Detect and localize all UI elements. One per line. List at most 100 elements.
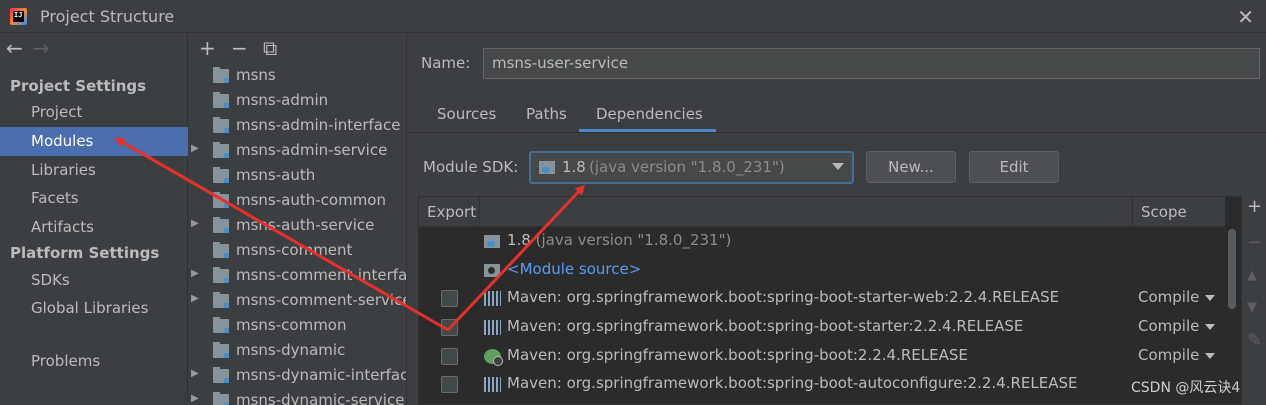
nav-item-modules[interactable]: Modules xyxy=(0,127,188,156)
export-checkbox[interactable] xyxy=(441,348,458,365)
module-folder-icon xyxy=(213,267,229,283)
export-checkbox[interactable] xyxy=(441,319,458,336)
tab-paths[interactable]: Paths xyxy=(526,105,567,132)
nav-item-project[interactable]: Project xyxy=(0,98,188,127)
table-row[interactable]: 1.8 (java version "1.8.0_231") xyxy=(419,227,1225,256)
add-module-icon[interactable]: + xyxy=(199,36,231,60)
move-down-icon[interactable]: ▼ xyxy=(1247,300,1257,315)
back-arrow-icon[interactable]: ← xyxy=(6,36,23,60)
expand-arrow-icon[interactable]: ▶ xyxy=(191,218,199,229)
tree-item-label: msns-auth xyxy=(236,166,316,184)
window-title: Project Structure xyxy=(40,7,175,26)
remove-module-icon[interactable]: − xyxy=(231,36,263,60)
edit-sdk-button[interactable]: Edit xyxy=(969,151,1059,183)
column-header-export[interactable]: Export xyxy=(427,203,476,221)
tree-item-label: msns-common xyxy=(236,316,347,334)
table-row[interactable]: Maven: org.springframework.boot:spring-b… xyxy=(419,284,1225,313)
module-name-field[interactable]: msns-user-service xyxy=(483,48,1260,79)
app-icon-text: IJ xyxy=(14,11,23,19)
module-details: Name: msns-user-service Sources Paths De… xyxy=(408,33,1266,405)
edit-dependency-icon[interactable]: ✎ xyxy=(1247,330,1262,351)
dependency-name: Maven: org.springframework.boot:spring-b… xyxy=(507,374,1078,392)
settings-nav: ← → Project Settings Project Modules Libr… xyxy=(0,33,188,405)
tree-toolbar: + − ⧉ xyxy=(199,36,295,60)
expand-arrow-icon[interactable]: ▶ xyxy=(191,143,199,154)
tree-item-label: msns-comment-service xyxy=(236,291,407,309)
tree-item-label: msns-auth-common xyxy=(236,191,386,209)
copy-module-icon[interactable]: ⧉ xyxy=(263,36,295,60)
watermark: CSDN @风云诀4 xyxy=(1131,380,1241,396)
dependency-name: <Module source> xyxy=(507,260,642,278)
tab-dependencies[interactable]: Dependencies xyxy=(596,105,703,132)
chevron-down-icon xyxy=(832,163,844,170)
platform-settings-header: Platform Settings xyxy=(10,244,160,262)
new-sdk-button[interactable]: New... xyxy=(866,151,956,183)
nav-item-problems[interactable]: Problems xyxy=(0,347,188,376)
title-bar: IJ Project Structure ✕ xyxy=(0,0,1266,33)
add-dependency-icon[interactable]: + xyxy=(1247,196,1262,217)
tree-item-label: msns-comment xyxy=(236,241,353,259)
module-folder-icon xyxy=(213,167,229,183)
expand-arrow-icon[interactable]: ▶ xyxy=(191,293,199,304)
expand-arrow-icon[interactable]: ▶ xyxy=(191,393,199,404)
close-icon[interactable]: ✕ xyxy=(1237,5,1254,29)
export-checkbox[interactable] xyxy=(441,290,458,307)
expand-arrow-icon[interactable]: ▶ xyxy=(191,268,199,279)
tree-item-label: msns-admin-service xyxy=(236,141,388,159)
module-tree: + − ⧉ msns msns-admin msns-admin-interface… xyxy=(189,33,407,405)
scope-dropdown[interactable]: Compile xyxy=(1138,317,1215,335)
tree-item-label: msns-admin-interface xyxy=(236,116,401,134)
jdk-folder-icon xyxy=(484,235,500,248)
scrollbar-thumb[interactable] xyxy=(1228,229,1236,309)
tree-item-label: msns-dynamic xyxy=(236,341,346,359)
column-header-scope[interactable]: Scope xyxy=(1141,203,1187,221)
move-up-icon[interactable]: ▲ xyxy=(1247,268,1257,283)
nav-item-artifacts[interactable]: Artifacts xyxy=(0,213,188,242)
module-folder-icon xyxy=(213,92,229,108)
dependencies-table: Export Scope 1.8 (java version "1.8.0_23… xyxy=(418,196,1242,405)
scope-dropdown[interactable]: Compile xyxy=(1138,288,1215,306)
name-label: Name: xyxy=(421,54,471,72)
table-row[interactable]: Maven: org.springframework.boot:spring-b… xyxy=(419,313,1225,342)
tab-sources[interactable]: Sources xyxy=(437,105,496,132)
module-folder-icon xyxy=(213,242,229,258)
table-row[interactable]: <Module source> xyxy=(419,256,1225,285)
table-row[interactable]: Maven: org.springframework.boot:spring-b… xyxy=(419,342,1225,371)
nav-item-facets[interactable]: Facets xyxy=(0,184,188,213)
module-folder-icon xyxy=(213,392,229,405)
dependency-name: Maven: org.springframework.boot:spring-b… xyxy=(507,346,968,364)
tree-item-label: msns-dynamic-interface xyxy=(236,366,407,384)
tree-item-label: msns-auth-service xyxy=(236,216,375,234)
module-sdk-select[interactable]: 1.8 (java version "1.8.0_231") xyxy=(529,151,854,184)
intellij-icon: IJ xyxy=(10,8,27,25)
nav-item-libraries[interactable]: Libraries xyxy=(0,156,188,185)
module-folder-icon xyxy=(213,142,229,158)
dependency-name: 1.8 (java version "1.8.0_231") xyxy=(507,231,732,249)
module-folder-icon xyxy=(213,217,229,233)
jdk-folder-icon xyxy=(539,161,555,174)
export-checkbox[interactable] xyxy=(441,376,458,393)
tab-divider xyxy=(408,132,1266,133)
tree-item-label: msns xyxy=(236,66,276,84)
column-separator xyxy=(1132,197,1133,227)
expand-arrow-icon[interactable]: ▶ xyxy=(191,368,199,379)
module-sdk-label: Module SDK: xyxy=(423,158,519,176)
tree-item-label: msns-comment-interface xyxy=(236,266,407,284)
remove-dependency-icon[interactable]: − xyxy=(1247,232,1262,253)
maven-library-icon xyxy=(484,320,501,335)
dependency-name: Maven: org.springframework.boot:spring-b… xyxy=(507,317,1024,335)
module-folder-icon xyxy=(213,117,229,133)
forward-arrow-icon[interactable]: → xyxy=(33,36,50,60)
sdk-selected-value: 1.8 xyxy=(562,158,586,176)
module-source-icon xyxy=(484,264,500,277)
dependency-toolbar: + − ▲ ▼ ✎ xyxy=(1244,196,1266,405)
nav-item-sdks[interactable]: SDKs xyxy=(0,266,188,295)
maven-library-icon xyxy=(484,377,501,392)
table-row[interactable]: Maven: org.springframework.boot:spring-b… xyxy=(419,370,1225,399)
nav-item-global-libraries[interactable]: Global Libraries xyxy=(0,294,188,323)
module-folder-icon xyxy=(213,192,229,208)
tree-item-label: msns-dynamic-service xyxy=(236,391,405,405)
scope-dropdown[interactable]: Compile xyxy=(1138,346,1215,364)
history-nav: ← → xyxy=(6,36,60,60)
module-folder-icon xyxy=(213,67,229,83)
